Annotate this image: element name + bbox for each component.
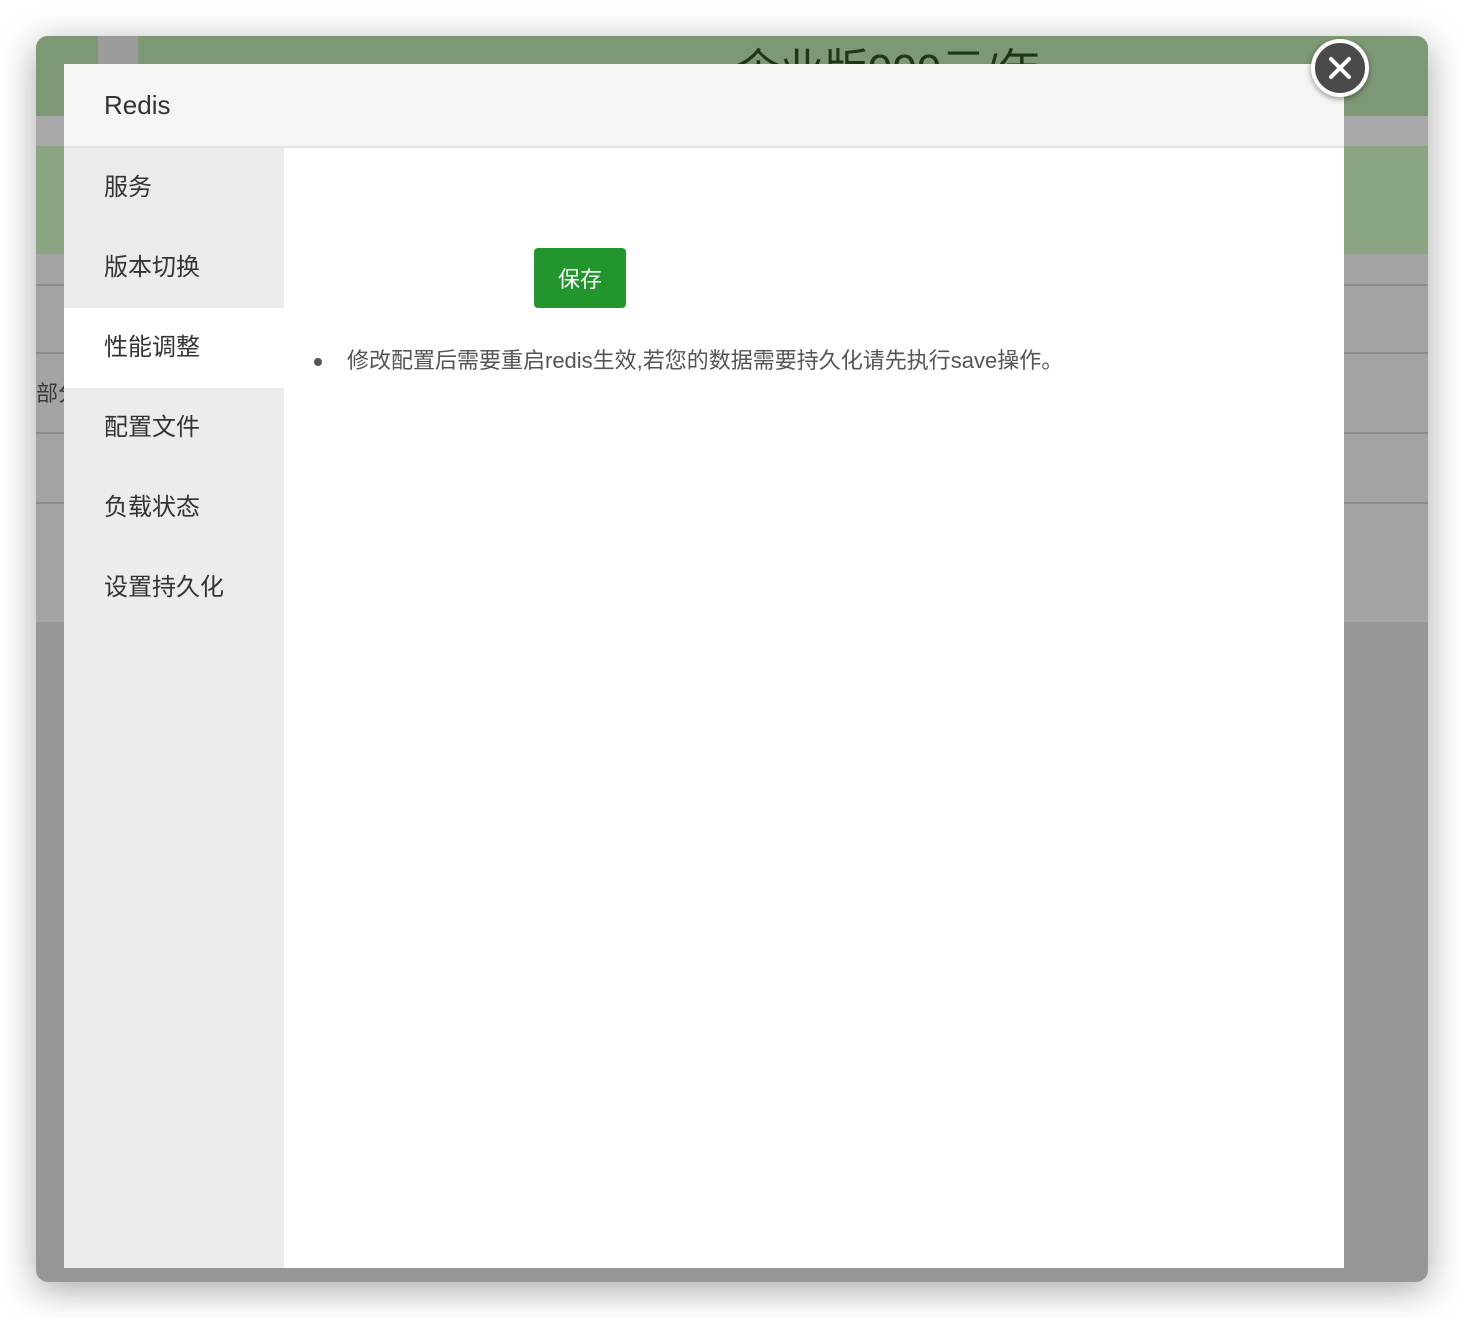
notice-text: 修改配置后需要重启redis生效,若您的数据需要持久化请先执行save操作。 <box>347 348 1064 373</box>
modal-content: 保存 修改配置后需要重启redis生效,若您的数据需要持久化请先执行save操作… <box>284 148 1344 1268</box>
bullet-icon <box>314 358 322 366</box>
modal-sidebar: 服务 版本切换 性能调整 配置文件 负载状态 设置持久化 <box>64 148 284 1268</box>
redis-modal: Redis 服务 版本切换 性能调整 配置文件 负载状态 设置持久化 保存 修改… <box>64 64 1344 1268</box>
close-icon <box>1329 57 1351 79</box>
notice-list: 修改配置后需要重启redis生效,若您的数据需要持久化请先执行save操作。 <box>312 344 1063 378</box>
notice-item: 修改配置后需要重启redis生效,若您的数据需要持久化请先执行save操作。 <box>312 344 1063 378</box>
sidebar-item-persistence[interactable]: 设置持久化 <box>64 548 284 628</box>
modal-header: Redis <box>64 64 1344 148</box>
modal-title: Redis <box>104 90 171 120</box>
sidebar-item-service[interactable]: 服务 <box>64 148 284 228</box>
sidebar-item-performance-tuning[interactable]: 性能调整 <box>64 308 284 388</box>
sidebar-item-load-status[interactable]: 负载状态 <box>64 468 284 548</box>
sidebar-item-config-file[interactable]: 配置文件 <box>64 388 284 468</box>
save-button[interactable]: 保存 <box>534 248 626 308</box>
close-button[interactable] <box>1311 39 1369 97</box>
sidebar-item-version-switch[interactable]: 版本切换 <box>64 228 284 308</box>
